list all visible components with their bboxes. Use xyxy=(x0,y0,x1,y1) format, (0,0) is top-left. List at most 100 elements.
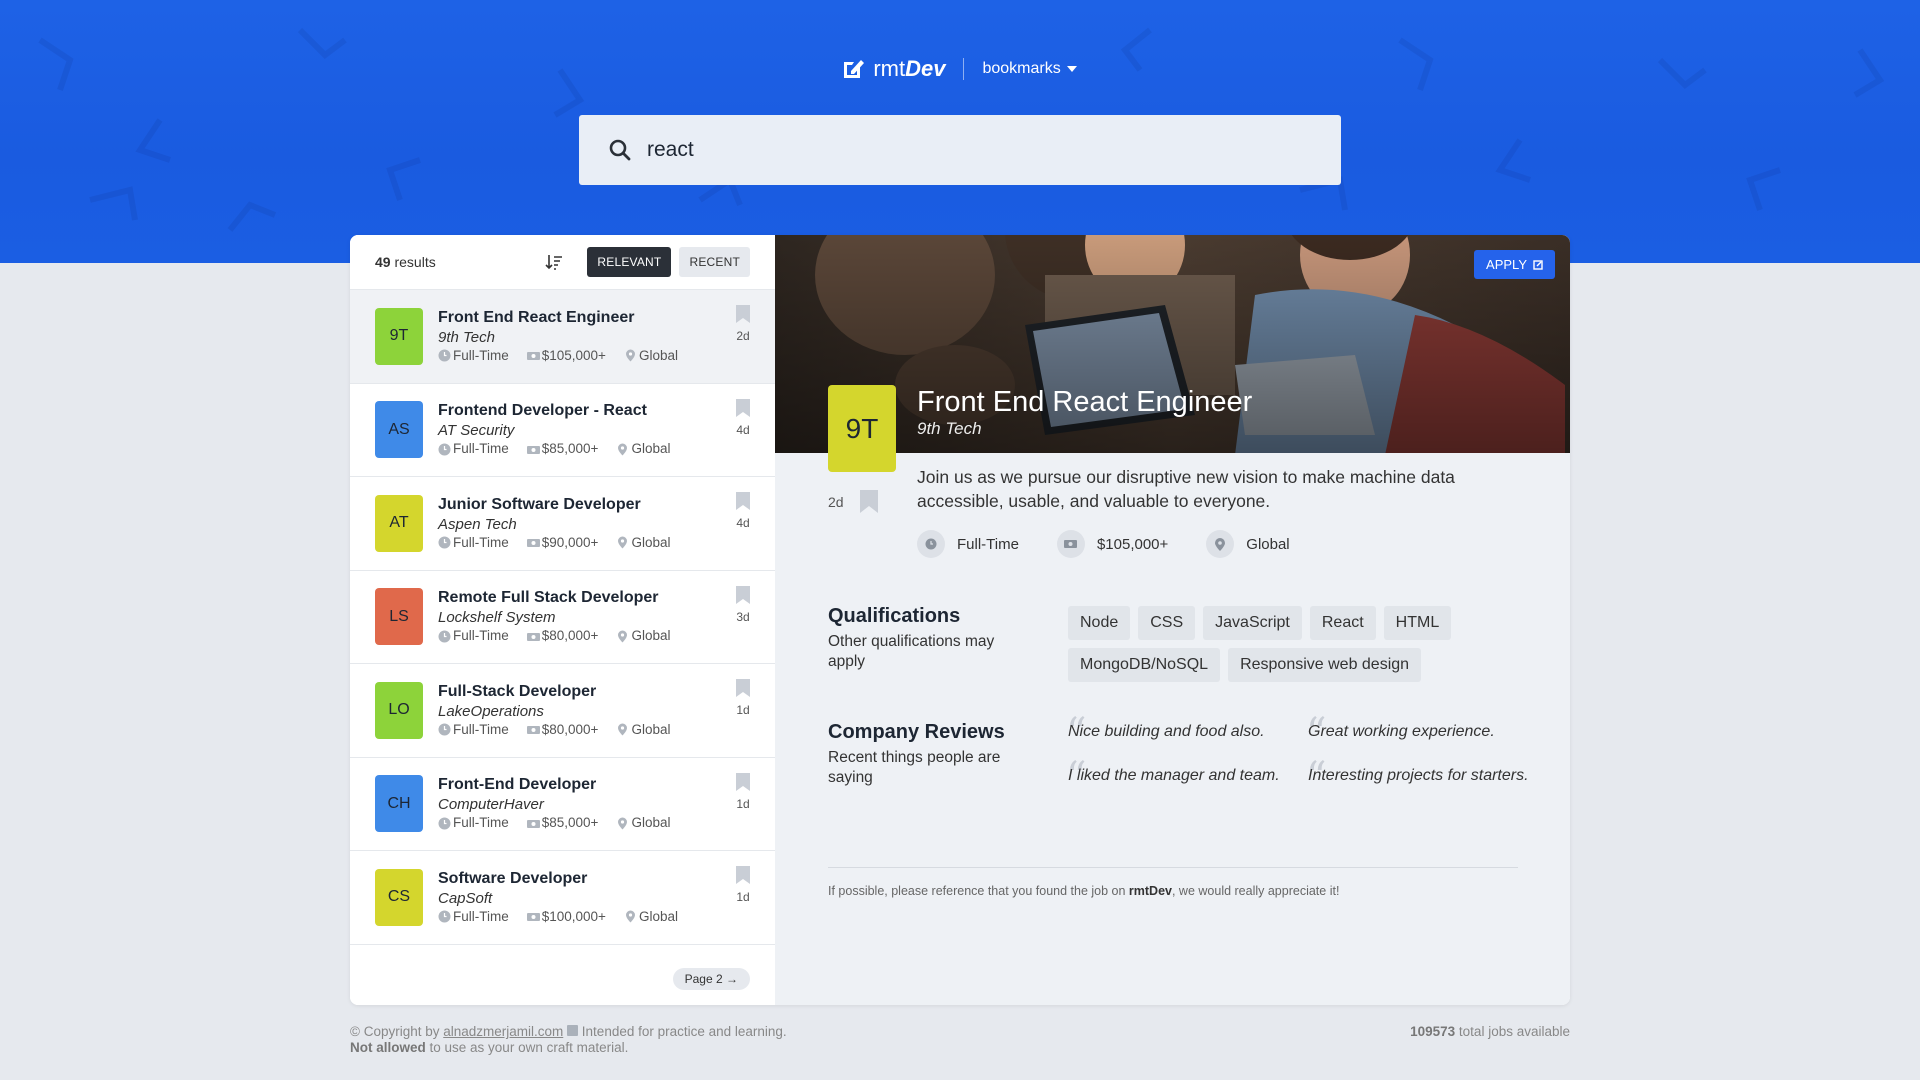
bookmark-icon[interactable] xyxy=(736,679,750,697)
location-icon xyxy=(618,723,628,736)
job-item-salary-label: $100,000+ xyxy=(541,908,606,924)
copyright-link[interactable]: alnadzmerjamil.com xyxy=(443,1024,563,1039)
apply-button[interactable]: APPLY xyxy=(1474,250,1555,279)
next-page-button[interactable]: Page 2 → xyxy=(672,968,750,990)
money-icon xyxy=(526,445,540,454)
job-item-location-label: Global xyxy=(638,908,678,924)
job-list-item[interactable]: CH Front-End Developer ComputerHaver Ful… xyxy=(350,758,775,851)
bookmark-icon[interactable] xyxy=(736,305,750,323)
job-list-item[interactable]: AT Junior Software Developer Aspen Tech … xyxy=(350,477,775,571)
bookmark-icon[interactable] xyxy=(736,866,750,884)
apply-label: APPLY xyxy=(1486,257,1527,272)
money-icon xyxy=(526,913,540,922)
job-item-days: 4d xyxy=(736,516,750,530)
job-item-salary-label: $90,000+ xyxy=(541,534,599,550)
job-item-title: Remote Full Stack Developer xyxy=(438,589,659,607)
logo-text-bold: Dev xyxy=(905,56,946,81)
external-link-icon xyxy=(1533,259,1543,270)
qualification-chip: React xyxy=(1309,606,1376,640)
bookmark-icon[interactable] xyxy=(736,398,750,417)
reviews-header: Company Reviews Recent things people are… xyxy=(828,721,1028,788)
logo-icon xyxy=(844,60,865,78)
results-suffix: results xyxy=(390,254,436,270)
job-item-location: Global xyxy=(616,627,670,645)
job-item-meta: Full-Time $80,000+ Global xyxy=(438,627,750,645)
results-count: 49 results xyxy=(375,254,545,270)
tag-salary: $105,000+ xyxy=(1056,530,1169,558)
location-icon xyxy=(618,443,628,456)
job-badge: 9T xyxy=(375,307,423,365)
bookmark-icon[interactable] xyxy=(736,772,750,791)
tag-location-label: Global xyxy=(1246,535,1290,553)
company-name: 9th Tech xyxy=(917,419,982,438)
review-text: Nice building and food also. xyxy=(1068,723,1265,740)
tag-salary-label: $105,000+ xyxy=(1096,535,1169,553)
job-item-location-label: Global xyxy=(631,815,671,831)
job-item-location: Global xyxy=(616,721,670,739)
job-item-salary: $85,000+ xyxy=(526,814,598,832)
qualification-chip: HTML xyxy=(1383,606,1452,640)
job-item-meta: Full-Time $80,000+ Global xyxy=(438,721,750,739)
bookmark-icon[interactable] xyxy=(859,490,878,513)
job-item-days: 3d xyxy=(736,609,750,624)
review-text: Great working experience. xyxy=(1308,723,1495,740)
copyright-pre: © Copyright by xyxy=(350,1024,444,1039)
job-list-item[interactable]: LO Full-Stack Developer LakeOperations F… xyxy=(350,664,775,758)
reviews-grid: “Nice building and food also. “Great work… xyxy=(1066,713,1548,797)
job-badge: AS xyxy=(375,401,423,459)
total-jobs-number: 109573 xyxy=(1410,1024,1456,1039)
bookmarks-button[interactable]: bookmarks xyxy=(982,60,1077,78)
money-icon xyxy=(526,632,540,641)
clock-icon xyxy=(917,530,945,558)
location-icon xyxy=(1206,530,1235,558)
clock-icon xyxy=(438,910,451,923)
job-item-title: Junior Software Developer xyxy=(438,495,641,513)
results-number: 49 xyxy=(375,254,391,270)
job-item-title: Software Developer xyxy=(438,869,588,887)
qualification-chip: Responsive web design xyxy=(1228,648,1422,682)
job-info: Front End React Engineer 9th Tech Full-T… xyxy=(438,308,750,365)
posted-days: 2d xyxy=(828,493,844,510)
detail-divider xyxy=(828,867,1518,868)
bookmark-icon[interactable] xyxy=(736,585,750,604)
job-title: Front End React Engineer xyxy=(917,386,1253,418)
bookmark-icon[interactable] xyxy=(736,492,750,510)
sort-relevant-button[interactable]: RELEVANT xyxy=(587,247,672,277)
tag-type-label: Full-Time xyxy=(957,535,1019,553)
job-item-salary-label: $105,000+ xyxy=(541,347,606,363)
job-item-salary: $80,000+ xyxy=(526,721,598,739)
header-divider xyxy=(963,58,965,80)
logo[interactable]: rmtDev xyxy=(843,56,945,82)
job-item-title: Full-Stack Developer xyxy=(438,682,597,700)
job-item-days: 2d xyxy=(736,329,750,343)
location-icon xyxy=(618,536,628,549)
location-icon xyxy=(625,910,635,923)
clock-icon xyxy=(438,349,451,362)
job-item-type-label: Full-Time xyxy=(453,347,509,363)
job-list-item[interactable]: AS Frontend Developer - React AT Securit… xyxy=(350,384,775,477)
sort-recent-button[interactable]: RECENT xyxy=(679,247,750,277)
job-item-right: 1d xyxy=(736,772,750,811)
job-badge: CH xyxy=(375,775,423,833)
job-item-location-label: Global xyxy=(631,441,671,457)
footer-total: 109573 total jobs available xyxy=(1410,1024,1570,1039)
job-list-item[interactable]: 9T Front End React Engineer 9th Tech Ful… xyxy=(350,290,775,384)
job-item-right: 3d xyxy=(736,585,750,624)
job-list-item[interactable]: CS Software Developer CapSoft Full-Time … xyxy=(350,851,775,945)
job-item-company: Lockshelf System xyxy=(438,609,556,627)
qualifications-subtitle: Other qualifications may apply xyxy=(828,633,995,670)
tag-type: Full-Time xyxy=(917,530,1019,558)
job-item-right: 1d xyxy=(736,679,750,717)
job-list-item[interactable]: LS Remote Full Stack Developer Lockshelf… xyxy=(350,571,775,664)
job-item-type-label: Full-Time xyxy=(453,534,509,550)
job-item-salary: $80,000+ xyxy=(526,627,598,645)
search-input[interactable] xyxy=(647,138,1297,162)
main-card: 49 results RELEVANT RECENT 9T Front End … xyxy=(350,235,1570,1005)
search-bar[interactable] xyxy=(579,115,1341,185)
review-item: “Interesting projects for starters. xyxy=(1306,757,1548,797)
job-item-location-label: Global xyxy=(631,628,671,644)
job-item-type-label: Full-Time xyxy=(453,908,509,924)
job-item-company: AT Security xyxy=(438,422,515,440)
job-list: 9T Front End React Engineer 9th Tech Ful… xyxy=(350,290,775,945)
reviews-subtitle: Recent things people are saying xyxy=(828,749,1001,786)
